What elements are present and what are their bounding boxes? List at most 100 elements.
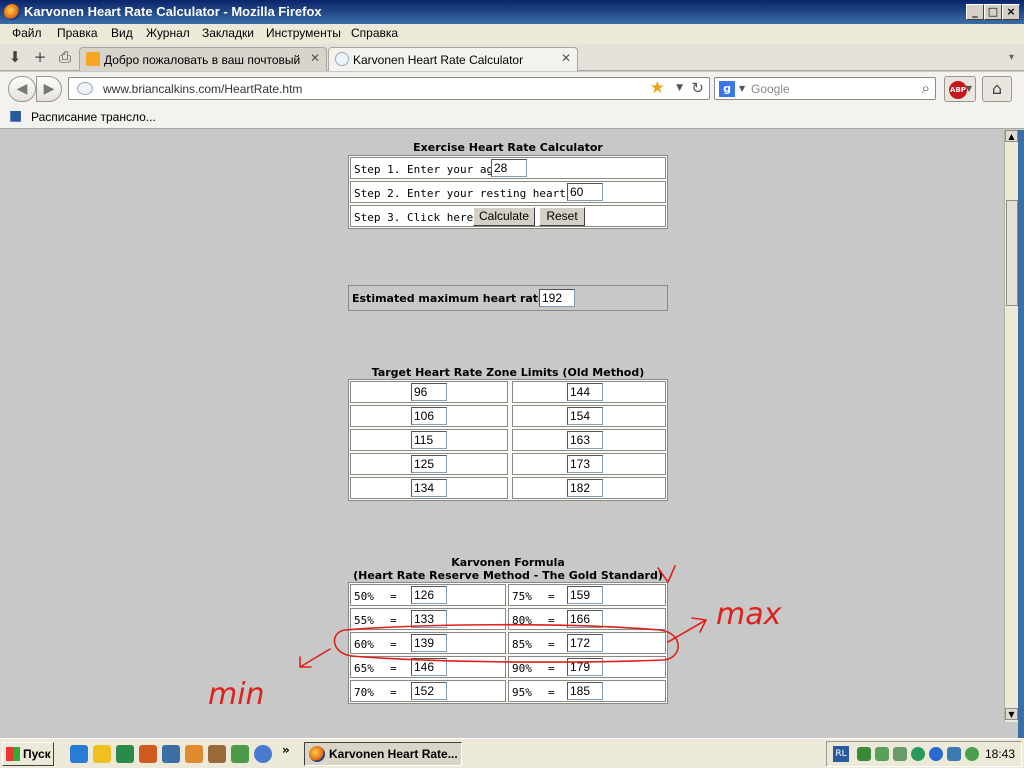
forward-button[interactable]: ▶ [36, 76, 62, 102]
app-icon[interactable] [208, 745, 226, 763]
menu-help[interactable]: Справка [351, 26, 398, 40]
vertical-scrollbar[interactable]: ▲ ▼ [1004, 130, 1018, 722]
karvonen-value-field[interactable] [567, 634, 603, 652]
app-icon[interactable] [231, 745, 249, 763]
tray-icon[interactable] [857, 747, 871, 761]
minimize-button[interactable]: _ [966, 4, 984, 20]
karvonen-value-field[interactable] [411, 658, 447, 676]
tray-icon[interactable] [929, 747, 943, 761]
zone-min-field[interactable] [411, 455, 447, 473]
close-tab-icon[interactable]: ✕ [561, 51, 571, 65]
bookmark-item[interactable]: Расписание трансло... [31, 110, 156, 124]
new-tab-icon[interactable]: + [31, 48, 49, 66]
resting-heart-rate-input[interactable] [567, 183, 603, 201]
url-text[interactable]: www.briancalkins.com/HeartRate.htm [103, 82, 302, 96]
zone-min-field[interactable] [411, 431, 447, 449]
app-icon[interactable] [116, 745, 134, 763]
karvonen-value-field[interactable] [411, 634, 447, 652]
maximize-button[interactable]: □ [984, 4, 1002, 20]
equals-label: = [548, 590, 555, 603]
menu-history[interactable]: Журнал [146, 26, 190, 40]
tab-karvonen[interactable]: Karvonen Heart Rate Calculator ✕ [328, 47, 578, 71]
search-placeholder[interactable]: Google [751, 82, 790, 96]
karvonen-value-field[interactable] [411, 610, 447, 628]
karvonen-value-field[interactable] [411, 586, 447, 604]
scroll-thumb[interactable] [1006, 200, 1018, 306]
home-button[interactable]: ⌂ [982, 76, 1012, 102]
firefox-icon [309, 746, 325, 762]
back-button[interactable]: ◀ [8, 76, 36, 102]
more-icon[interactable]: » [282, 743, 290, 757]
zone-max-field[interactable] [567, 383, 603, 401]
menu-tools[interactable]: Инструменты [266, 26, 341, 40]
close-tab-icon[interactable]: ✕ [310, 51, 320, 65]
system-tray: RL 18:43 [826, 741, 1022, 767]
tray-icon[interactable] [965, 747, 979, 761]
percent-label: 80% [512, 614, 532, 627]
table-row [350, 405, 508, 427]
zone-max-field[interactable] [567, 431, 603, 449]
search-icon[interactable]: ⌕ [922, 79, 930, 97]
menu-bookmarks[interactable]: Закладки [202, 26, 254, 40]
calculator-box: Step 1. Enter your age: Step 2. Enter yo… [348, 155, 668, 229]
close-window-button[interactable]: × [1002, 4, 1020, 20]
desktop-edge [1018, 130, 1024, 738]
karvonen-value-field[interactable] [567, 682, 603, 700]
menu-file[interactable]: Файл [12, 26, 42, 40]
ie-icon[interactable] [70, 745, 88, 763]
clock-app-icon[interactable] [93, 745, 111, 763]
tab-mail[interactable]: Добро пожаловать в ваш почтовый ящ... ✕ [79, 47, 327, 71]
language-indicator[interactable]: RL [833, 746, 849, 762]
menu-view[interactable]: Вид [111, 26, 133, 40]
taskbar-window-firefox[interactable]: Karvonen Heart Rate... [304, 742, 462, 766]
table-row [512, 453, 666, 475]
percent-label: 95% [512, 686, 532, 699]
tab-list-chevron-icon[interactable]: ▾ [1009, 52, 1014, 63]
tray-icon[interactable] [875, 747, 889, 761]
scroll-up-icon[interactable]: ▲ [1005, 130, 1018, 142]
zone-min-field[interactable] [411, 479, 447, 497]
karvonen-value-field[interactable] [567, 610, 603, 628]
age-input[interactable] [491, 159, 527, 177]
table-row [512, 381, 666, 403]
start-button[interactable]: Пуск [2, 742, 54, 766]
print-icon[interactable]: ⎙ [56, 48, 74, 66]
adblock-dropdown-icon[interactable]: ▼ [966, 84, 972, 93]
menu-edit[interactable]: Правка [57, 26, 98, 40]
taskbar-window-label: Karvonen Heart Rate... [329, 747, 458, 761]
url-dropdown-icon[interactable]: ▼ [676, 83, 683, 93]
karvonen-value-field[interactable] [411, 682, 447, 700]
search-engine-dropdown-icon[interactable]: ▼ [739, 84, 745, 93]
zone-min-field[interactable] [411, 383, 447, 401]
google-icon[interactable]: g [719, 81, 735, 97]
percent-label: 70% [354, 686, 374, 699]
tray-icon[interactable] [893, 747, 907, 761]
download-icon[interactable]: ⬇ [6, 48, 24, 66]
app-icon[interactable] [185, 745, 203, 763]
app-icon[interactable] [139, 745, 157, 763]
zone-max-field[interactable] [567, 455, 603, 473]
site-identity-icon[interactable] [77, 82, 93, 95]
zone-min-field[interactable] [411, 407, 447, 425]
zone-max-field[interactable] [567, 479, 603, 497]
calculate-button[interactable]: Calculate [473, 207, 535, 226]
reset-button[interactable]: Reset [539, 207, 585, 226]
zone-max-field[interactable] [567, 407, 603, 425]
scroll-down-icon[interactable]: ▼ [1005, 708, 1018, 720]
table-row [350, 429, 508, 451]
search-bar[interactable]: g ▼ Google ⌕ [714, 77, 936, 100]
globe-icon[interactable] [254, 745, 272, 763]
reload-icon[interactable]: ↻ [691, 79, 704, 97]
clock[interactable]: 18:43 [985, 747, 1015, 761]
url-bar[interactable]: www.briancalkins.com/HeartRate.htm ★ ▼ ↻ [68, 77, 710, 100]
app-icon[interactable] [162, 745, 180, 763]
tray-icon[interactable] [911, 747, 925, 761]
tray-icon[interactable] [947, 747, 961, 761]
karvonen-value-field[interactable] [567, 658, 603, 676]
karvonen-value-field[interactable] [567, 586, 603, 604]
adblock-button[interactable]: ABP ▼ [944, 76, 976, 102]
bookmark-star-icon[interactable]: ★ [650, 78, 665, 98]
max-heart-rate-field[interactable] [539, 289, 575, 307]
equals-label: = [548, 686, 555, 699]
table-row: 75% = [508, 584, 666, 606]
